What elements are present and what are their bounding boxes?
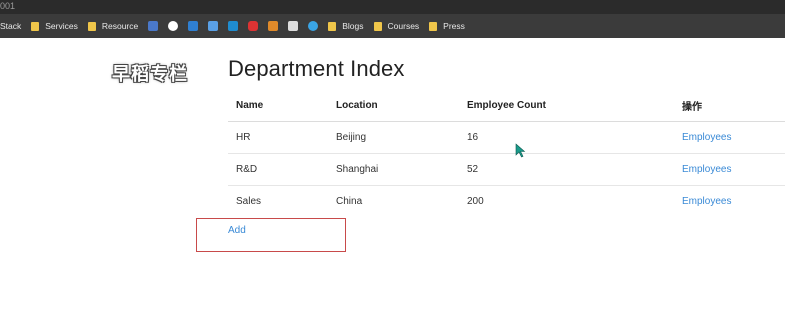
- cell-name: HR: [228, 121, 328, 154]
- bookmark-label: Courses: [387, 21, 420, 31]
- bookmark-resource[interactable]: Resource: [87, 21, 139, 31]
- cell-action: Employees: [674, 121, 785, 154]
- bookmark-press[interactable]: Press: [429, 21, 465, 31]
- youtube-icon[interactable]: [248, 21, 259, 31]
- bookmark-stack[interactable]: Stack: [0, 21, 21, 31]
- bookmark-label: Stack: [0, 21, 22, 31]
- folder-icon: [373, 21, 382, 31]
- google-icon[interactable]: [168, 21, 179, 31]
- cell-action: Employees: [674, 153, 785, 186]
- table-row: HR Beijing 16 Employees: [228, 121, 785, 154]
- window-title: 001: [0, 1, 16, 11]
- cell-location: Shanghai: [328, 153, 459, 186]
- cell-employee-count: 16: [459, 121, 674, 154]
- employees-link[interactable]: Employees: [682, 196, 731, 207]
- cell-name: R&D: [228, 153, 328, 186]
- mouse-pointer-icon: [515, 143, 526, 158]
- table-row: R&D Shanghai 52 Employees: [228, 153, 785, 186]
- twitter-icon[interactable]: [308, 21, 319, 31]
- bing-icon[interactable]: [228, 21, 239, 31]
- folder-icon: [31, 21, 40, 31]
- site-logo: 早稻专栏: [112, 64, 188, 84]
- folder-icon: [87, 21, 96, 31]
- add-link[interactable]: Add: [228, 225, 246, 236]
- column-header-employee-count: Employee Count: [459, 90, 674, 122]
- bookmark-label: Blogs: [342, 21, 364, 31]
- employees-link[interactable]: Employees: [682, 132, 731, 143]
- cell-employee-count: 200: [459, 185, 674, 217]
- cell-action: Employees: [674, 185, 785, 217]
- browser-title-bar: 001: [0, 0, 785, 14]
- folder-icon: [328, 21, 337, 31]
- wiki-icon[interactable]: [288, 21, 299, 31]
- bookmark-label: Press: [443, 21, 465, 31]
- cell-location: Beijing: [328, 121, 459, 154]
- site-icon[interactable]: [188, 21, 199, 31]
- cell-name: Sales: [228, 185, 328, 217]
- employees-link[interactable]: Employees: [682, 164, 731, 175]
- column-header-location: Location: [328, 90, 459, 122]
- site-icon[interactable]: [208, 21, 219, 31]
- bookmark-label: Resource: [101, 21, 139, 31]
- column-header-actions: 操作: [674, 90, 785, 122]
- site-icon[interactable]: [268, 21, 279, 31]
- bookmarks-bar: Stack Services Resource Blogs Courses Pr…: [0, 14, 785, 38]
- column-header-name: Name: [228, 90, 328, 122]
- site-icon[interactable]: [148, 21, 159, 31]
- bookmark-blogs[interactable]: Blogs: [328, 21, 364, 31]
- bookmark-services[interactable]: Services: [31, 21, 78, 31]
- bookmark-label: Services: [45, 21, 78, 31]
- table-header-row: Name Location Employee Count 操作: [228, 90, 785, 122]
- folder-icon: [429, 21, 438, 31]
- table-row: Sales China 200 Employees: [228, 185, 785, 217]
- bookmark-courses[interactable]: Courses: [373, 21, 420, 31]
- department-table: Name Location Employee Count 操作 HR Beiji…: [228, 90, 785, 217]
- page-title: Department Index: [228, 56, 405, 81]
- cell-location: China: [328, 185, 459, 217]
- cell-employee-count: 52: [459, 153, 674, 186]
- highlight-annotation-box: [196, 218, 346, 252]
